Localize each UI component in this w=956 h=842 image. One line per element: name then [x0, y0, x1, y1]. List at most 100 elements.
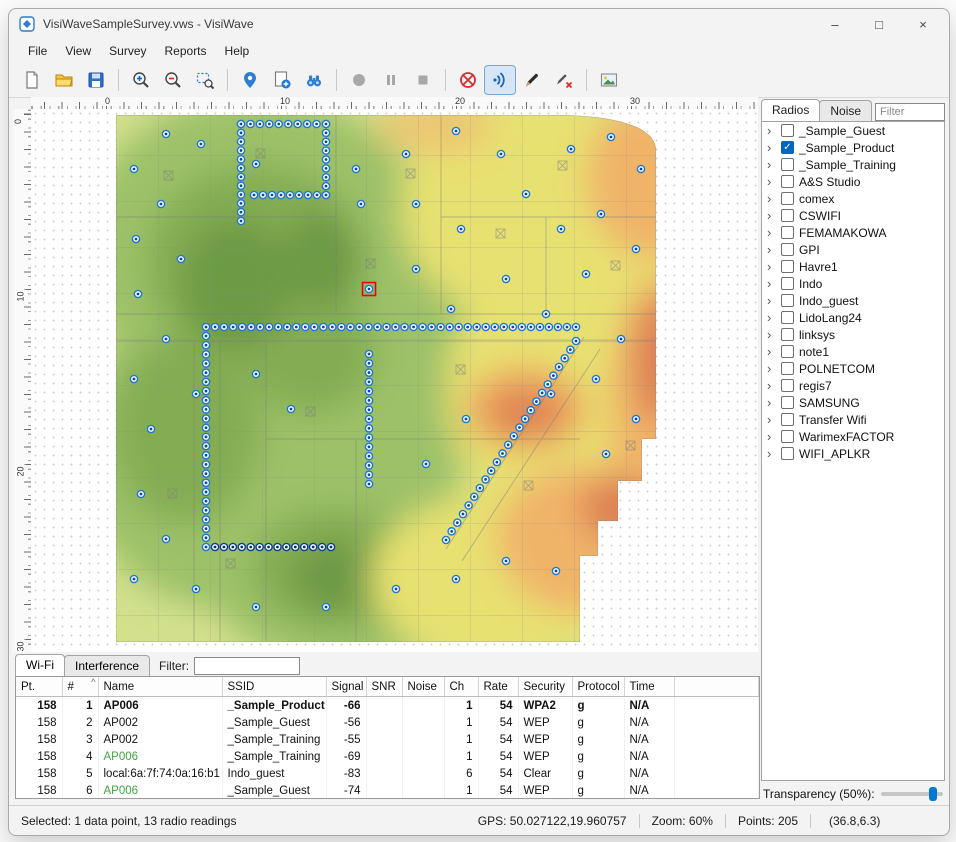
- radio-list-item[interactable]: ›Havre1: [762, 258, 944, 275]
- expand-chevron-icon[interactable]: ›: [767, 430, 776, 443]
- expand-chevron-icon[interactable]: ›: [767, 396, 776, 409]
- radio-checkbox[interactable]: [781, 192, 794, 205]
- save-button[interactable]: [81, 66, 111, 94]
- close-button[interactable]: ×: [901, 9, 945, 39]
- transparency-slider[interactable]: [881, 792, 943, 796]
- column-header-time[interactable]: Time: [624, 677, 674, 697]
- image-button[interactable]: [594, 66, 624, 94]
- stop-button[interactable]: [408, 66, 438, 94]
- tab-noise[interactable]: Noise: [819, 100, 872, 121]
- table-row[interactable]: 1582AP002_Sample_Guest-56154WEPgN/A: [16, 714, 759, 731]
- radio-list-item[interactable]: ›✓_Sample_Product: [762, 139, 944, 156]
- radio-checkbox[interactable]: [781, 328, 794, 341]
- radio-list-item[interactable]: ›comex: [762, 190, 944, 207]
- table-header-row[interactable]: Pt.#^NameSSIDSignalSNRNoiseChRateSecurit…: [16, 677, 759, 697]
- find-button[interactable]: [299, 66, 329, 94]
- column-header-ssid[interactable]: SSID: [222, 677, 326, 697]
- radio-list-item[interactable]: ›WarimexFACTOR: [762, 428, 944, 445]
- radio-list-item[interactable]: ›FEMAMAKOWA: [762, 224, 944, 241]
- expand-chevron-icon[interactable]: ›: [767, 260, 776, 273]
- radio-checkbox[interactable]: [781, 124, 794, 137]
- no-signal-button[interactable]: [453, 66, 483, 94]
- expand-chevron-icon[interactable]: ›: [767, 362, 776, 375]
- wifi-button[interactable]: [485, 66, 515, 94]
- radio-list-item[interactable]: ›A&S Studio: [762, 173, 944, 190]
- radio-checkbox[interactable]: [781, 430, 794, 443]
- zoom-out-button[interactable]: [158, 66, 188, 94]
- new-button[interactable]: [17, 66, 47, 94]
- radio-checkbox[interactable]: [781, 226, 794, 239]
- radio-list-item[interactable]: ›_Sample_Training: [762, 156, 944, 173]
- expand-chevron-icon[interactable]: ›: [767, 209, 776, 222]
- radio-list-item[interactable]: ›CSWIFI: [762, 207, 944, 224]
- open-button[interactable]: [49, 66, 79, 94]
- table-row[interactable]: 1586AP006_Sample_Guest-74154WEPgN/A: [16, 782, 759, 799]
- expand-chevron-icon[interactable]: ›: [767, 294, 776, 307]
- radio-checkbox[interactable]: [781, 379, 794, 392]
- map-canvas[interactable]: [31, 109, 758, 652]
- radio-checkbox[interactable]: [781, 277, 794, 290]
- pin-button[interactable]: [235, 66, 265, 94]
- tab-wifi[interactable]: Wi-Fi: [15, 654, 65, 676]
- radio-list-item[interactable]: ›LidoLang24: [762, 309, 944, 326]
- radio-checkbox[interactable]: [781, 396, 794, 409]
- radio-list-item[interactable]: ›SAMSUNG: [762, 394, 944, 411]
- column-header-signal[interactable]: Signal: [326, 677, 366, 697]
- radio-checkbox[interactable]: [781, 158, 794, 171]
- expand-chevron-icon[interactable]: ›: [767, 175, 776, 188]
- radio-checkbox[interactable]: [781, 311, 794, 324]
- tab-radios[interactable]: Radios: [761, 99, 820, 121]
- radio-checkbox[interactable]: [781, 447, 794, 460]
- expand-chevron-icon[interactable]: ›: [767, 413, 776, 426]
- slider-handle[interactable]: [929, 787, 937, 801]
- expand-chevron-icon[interactable]: ›: [767, 277, 776, 290]
- zoom-in-button[interactable]: [126, 66, 156, 94]
- expand-chevron-icon[interactable]: ›: [767, 192, 776, 205]
- column-header-noise[interactable]: Noise: [402, 677, 444, 697]
- radio-checkbox[interactable]: ✓: [781, 141, 794, 154]
- zoom-region-button[interactable]: [190, 66, 220, 94]
- radio-list-item[interactable]: ›WIFI_APLKR: [762, 445, 944, 462]
- tab-interference[interactable]: Interference: [64, 655, 150, 676]
- table-row[interactable]: 1585local:6a:7f:74:0a:16:b1Indo_guest-83…: [16, 765, 759, 782]
- radio-list-item[interactable]: ›_Sample_Guest: [762, 122, 944, 139]
- radio-checkbox[interactable]: [781, 209, 794, 222]
- menu-view[interactable]: View: [56, 41, 100, 61]
- radio-checkbox[interactable]: [781, 345, 794, 358]
- expand-chevron-icon[interactable]: ›: [767, 226, 776, 239]
- add-point-button[interactable]: [267, 66, 297, 94]
- pause-button[interactable]: [376, 66, 406, 94]
- column-header-security[interactable]: Security: [518, 677, 572, 697]
- column-header-ch[interactable]: Ch: [444, 677, 478, 697]
- expand-chevron-icon[interactable]: ›: [767, 141, 776, 154]
- radio-checkbox[interactable]: [781, 175, 794, 188]
- column-header-rate[interactable]: Rate: [478, 677, 518, 697]
- radio-list-item[interactable]: ›Indo_guest: [762, 292, 944, 309]
- expand-chevron-icon[interactable]: ›: [767, 379, 776, 392]
- expand-chevron-icon[interactable]: ›: [767, 328, 776, 341]
- radio-checkbox[interactable]: [781, 362, 794, 375]
- table-row[interactable]: 1581AP006_Sample_Product-66154WPA2gN/A: [16, 697, 759, 715]
- radio-checkbox[interactable]: [781, 413, 794, 426]
- radio-checkbox[interactable]: [781, 260, 794, 273]
- menu-reports[interactable]: Reports: [156, 41, 216, 61]
- menu-file[interactable]: File: [19, 41, 56, 61]
- record-button[interactable]: [344, 66, 374, 94]
- radio-checkbox[interactable]: [781, 243, 794, 256]
- column-header-protocol[interactable]: Protocol: [572, 677, 624, 697]
- radio-list-item[interactable]: ›linksys: [762, 326, 944, 343]
- radio-list-item[interactable]: ›Indo: [762, 275, 944, 292]
- minimize-button[interactable]: –: [813, 9, 857, 39]
- radios-filter-input[interactable]: [875, 103, 945, 121]
- column-header-snr[interactable]: SNR: [366, 677, 402, 697]
- table-row[interactable]: 1583AP002_Sample_Training-55154WEPgN/A: [16, 731, 759, 748]
- expand-chevron-icon[interactable]: ›: [767, 243, 776, 256]
- draw-button[interactable]: [517, 66, 547, 94]
- erase-button[interactable]: [549, 66, 579, 94]
- column-header-name[interactable]: Name: [98, 677, 222, 697]
- readings-filter-input[interactable]: [194, 657, 300, 675]
- radio-list-item[interactable]: ›Transfer Wifi: [762, 411, 944, 428]
- expand-chevron-icon[interactable]: ›: [767, 345, 776, 358]
- expand-chevron-icon[interactable]: ›: [767, 124, 776, 137]
- menu-survey[interactable]: Survey: [100, 41, 155, 61]
